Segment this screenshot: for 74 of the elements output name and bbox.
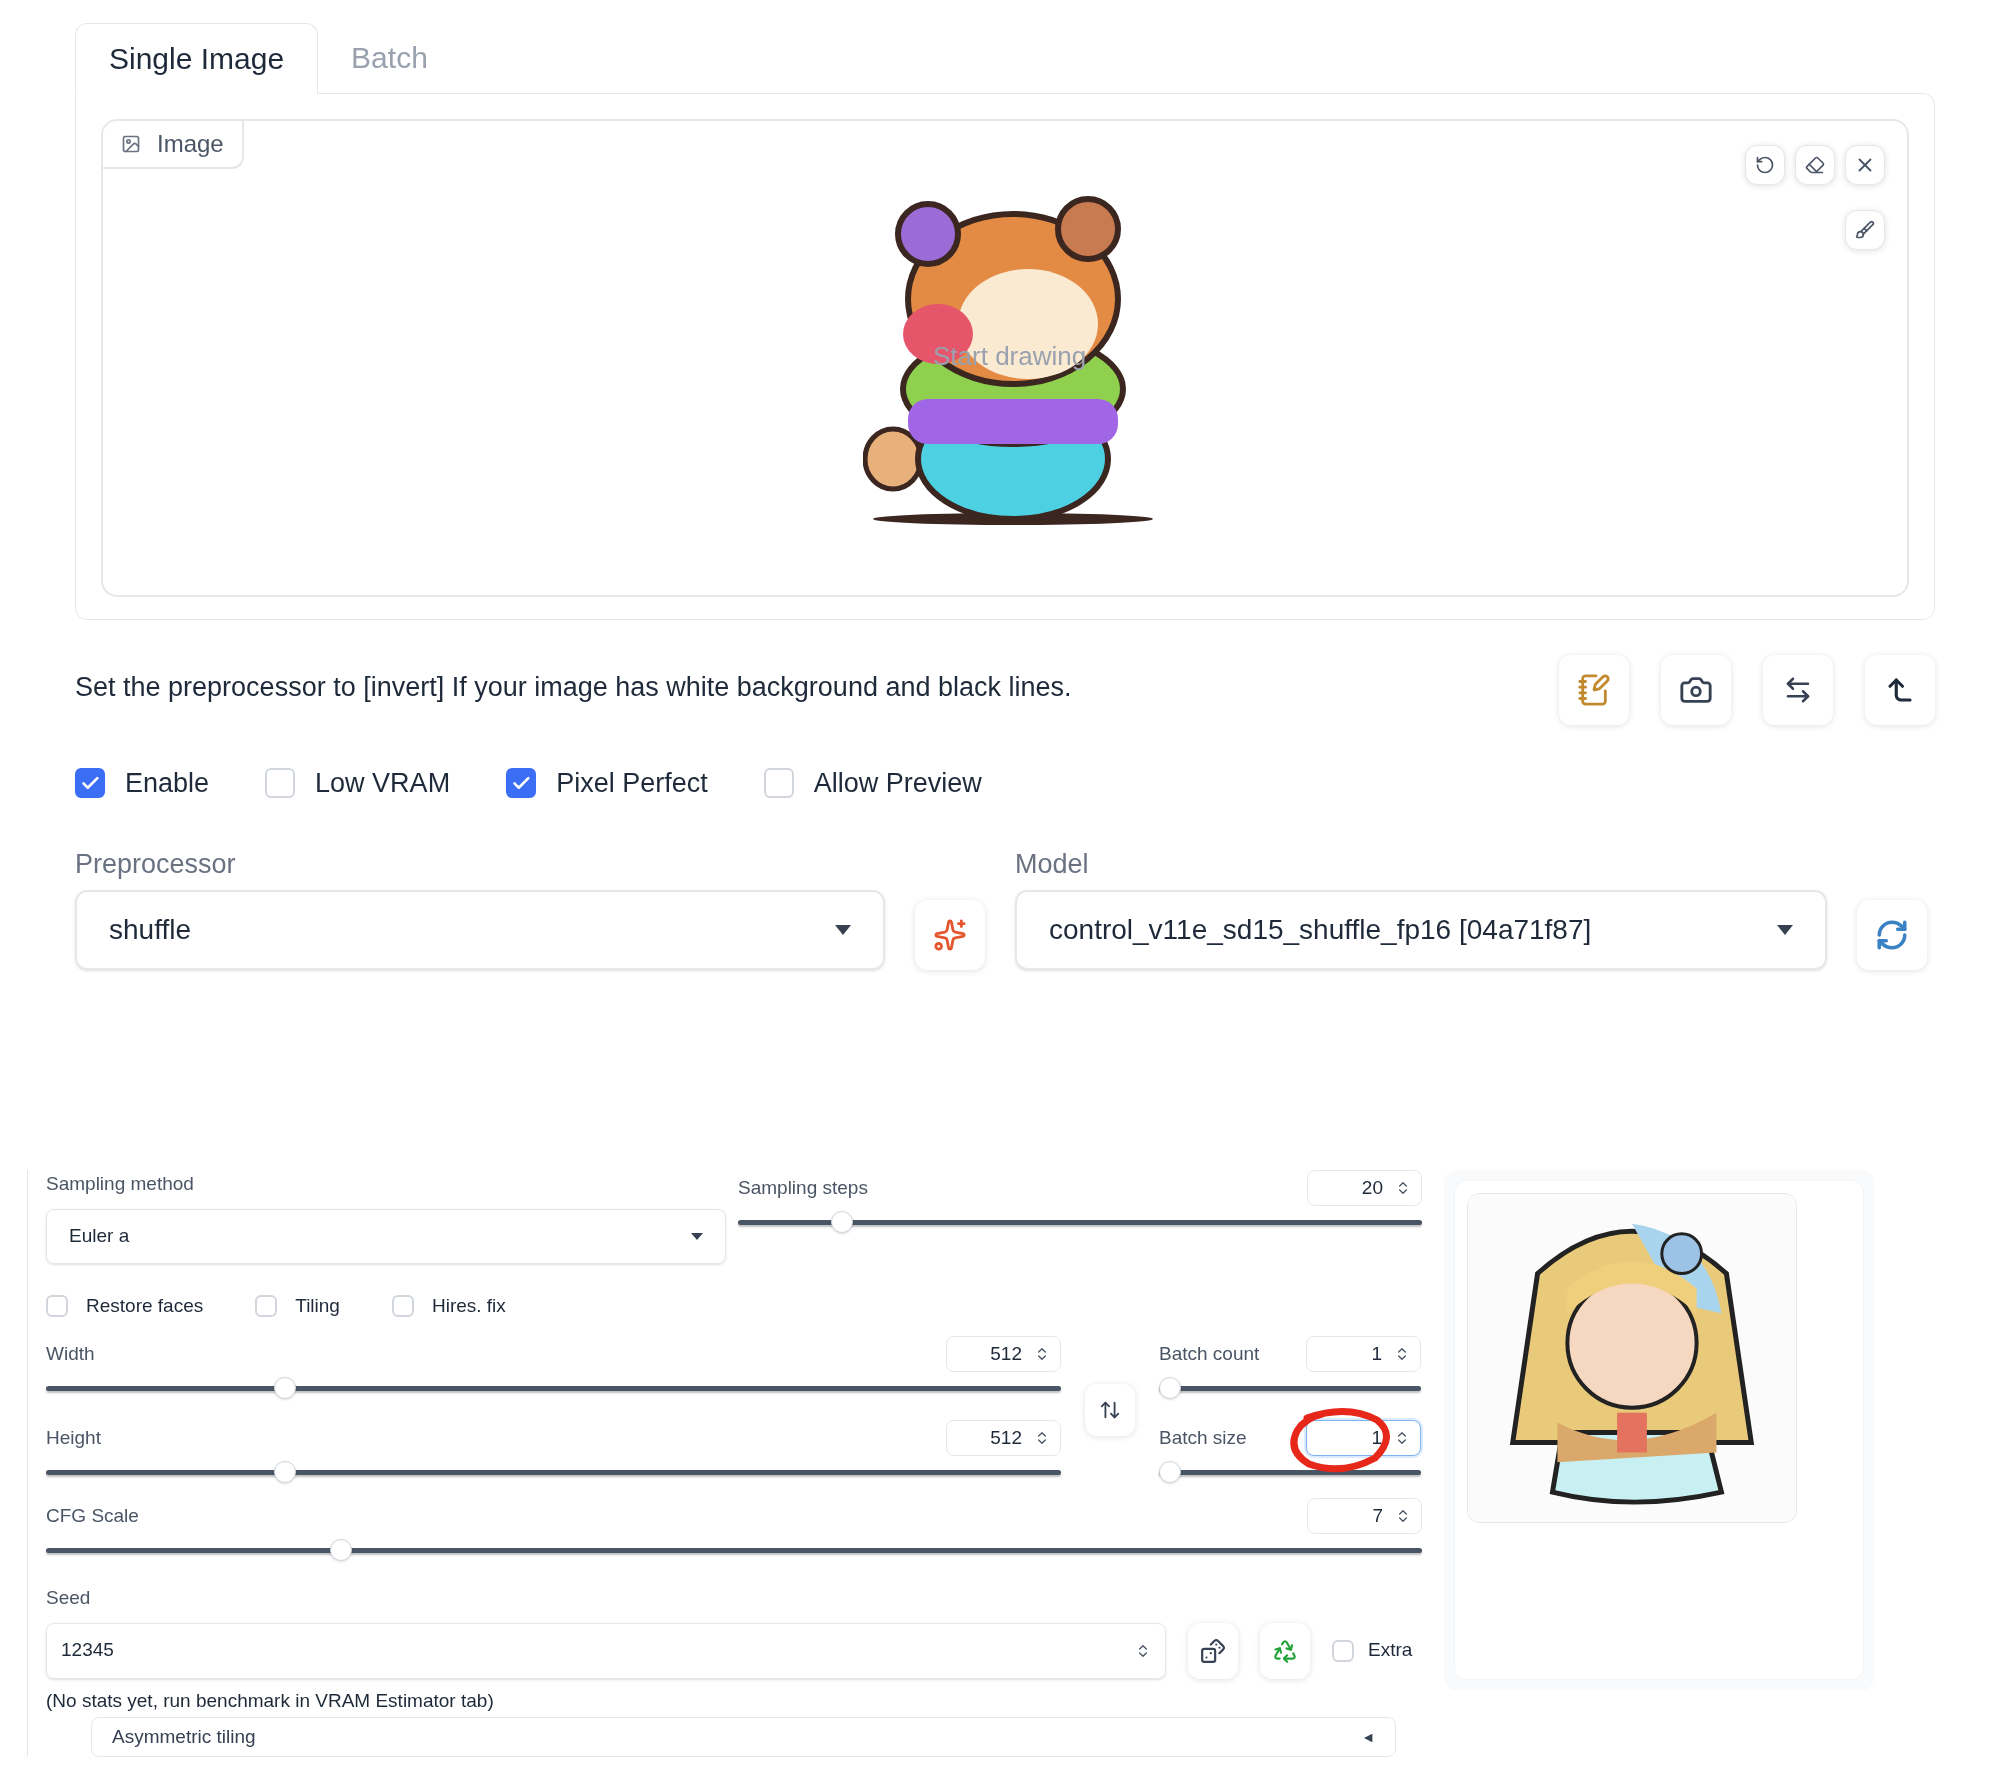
sampling-method-dropdown[interactable]: Euler a (46, 1208, 726, 1264)
camera-button[interactable] (1661, 655, 1731, 725)
checkbox-label: Pixel Perfect (556, 767, 708, 800)
checkbox-label: Low VRAM (315, 767, 451, 800)
checkbox-label: Allow Preview (813, 767, 982, 800)
model-dropdown[interactable]: control_v11e_sd15_shuffle_fp16 [04a71f87] (1015, 890, 1827, 970)
seed-field[interactable]: 12345 (46, 1622, 1166, 1679)
slider-thumb[interactable] (1159, 1461, 1181, 1483)
slider-thumb[interactable] (274, 1461, 297, 1483)
number-field[interactable]: 1 (1306, 1420, 1421, 1456)
eraser-button[interactable] (1795, 145, 1835, 185)
image-label-text: Image (157, 129, 224, 159)
undo-button[interactable] (1745, 145, 1785, 185)
slider-thumb[interactable] (330, 1539, 353, 1561)
swap-button[interactable] (1763, 655, 1833, 725)
field-label: Preprocessor (75, 847, 237, 881)
field-label: Sampling method (46, 1172, 195, 1196)
close-button[interactable] (1845, 145, 1885, 185)
field-label: Batch count (1159, 1341, 1260, 1366)
slider-track[interactable] (1159, 1376, 1421, 1400)
slider-track[interactable] (46, 1460, 1061, 1484)
random-seed-button[interactable] (1188, 1622, 1238, 1679)
caret-icon (835, 925, 851, 935)
field-label: CFG Scale (46, 1503, 139, 1528)
notepad-button[interactable] (1559, 655, 1629, 725)
slider-track[interactable] (1159, 1460, 1421, 1484)
preprocessor-dropdown[interactable]: shuffle (75, 890, 885, 970)
recycle-icon (1272, 1637, 1298, 1664)
stats-note: (No stats yet, run benchmark in VRAM Estimator tab) (46, 1688, 495, 1713)
number-field[interactable]: 512 (946, 1420, 1061, 1456)
checkbox[interactable] (75, 768, 105, 799)
undo-icon (1755, 155, 1775, 175)
number-field[interactable]: 7 (1307, 1498, 1422, 1534)
caret-icon (691, 1232, 703, 1240)
checkbox-label: Hires. fix (431, 1293, 506, 1318)
checkbox-label: Extra (1368, 1638, 1413, 1663)
hint-text: Set the preprocessor to [invert] If your image has white background and black lines. (75, 671, 1072, 704)
accordion-header[interactable]: Asymmetric tiling ◄ (91, 1717, 1396, 1757)
field-label: Seed (46, 1586, 92, 1610)
reuse-seed-button[interactable] (1260, 1622, 1310, 1679)
swap-dimensions-button[interactable] (1085, 1384, 1135, 1436)
upload-button[interactable] (1865, 655, 1935, 725)
checkbox[interactable] (506, 768, 537, 799)
sparkle-icon (933, 918, 967, 952)
image-icon (121, 134, 141, 154)
slider-track[interactable] (738, 1210, 1422, 1234)
collapse-arrow: ◄ (1361, 1727, 1375, 1747)
checkbox-label: Enable (125, 767, 210, 800)
number-field[interactable]: 20 (1307, 1170, 1422, 1206)
dice-icon (1200, 1637, 1226, 1664)
notepad-icon (1577, 673, 1611, 707)
slider-thumb[interactable] (274, 1377, 297, 1399)
brush-button[interactable] (1845, 210, 1885, 250)
field-label: Batch size (1159, 1425, 1247, 1450)
number-field[interactable]: 1 (1306, 1336, 1421, 1372)
field-label: Height (46, 1425, 101, 1450)
refresh-button[interactable] (1857, 900, 1927, 970)
field-label: Model (1015, 847, 1090, 881)
caret-icon (1777, 925, 1793, 935)
checkbox-label: Tiling (295, 1293, 340, 1318)
run-preprocessor-button[interactable] (915, 900, 985, 970)
swap-arrows-icon (1099, 1399, 1121, 1421)
number-field[interactable]: 512 (946, 1336, 1061, 1372)
field-label: Width (46, 1341, 95, 1366)
slider-track[interactable] (46, 1376, 1061, 1400)
eraser-icon (1805, 155, 1825, 175)
refresh-icon (1875, 918, 1909, 952)
slider-thumb[interactable] (830, 1211, 853, 1233)
brush-icon (1855, 220, 1875, 240)
tab[interactable]: Single Image (75, 23, 319, 94)
checkbox-label: Restore faces (86, 1293, 204, 1318)
field-label: Sampling steps (738, 1175, 868, 1200)
slider-thumb[interactable] (1159, 1377, 1181, 1399)
slider-track[interactable] (46, 1538, 1422, 1562)
